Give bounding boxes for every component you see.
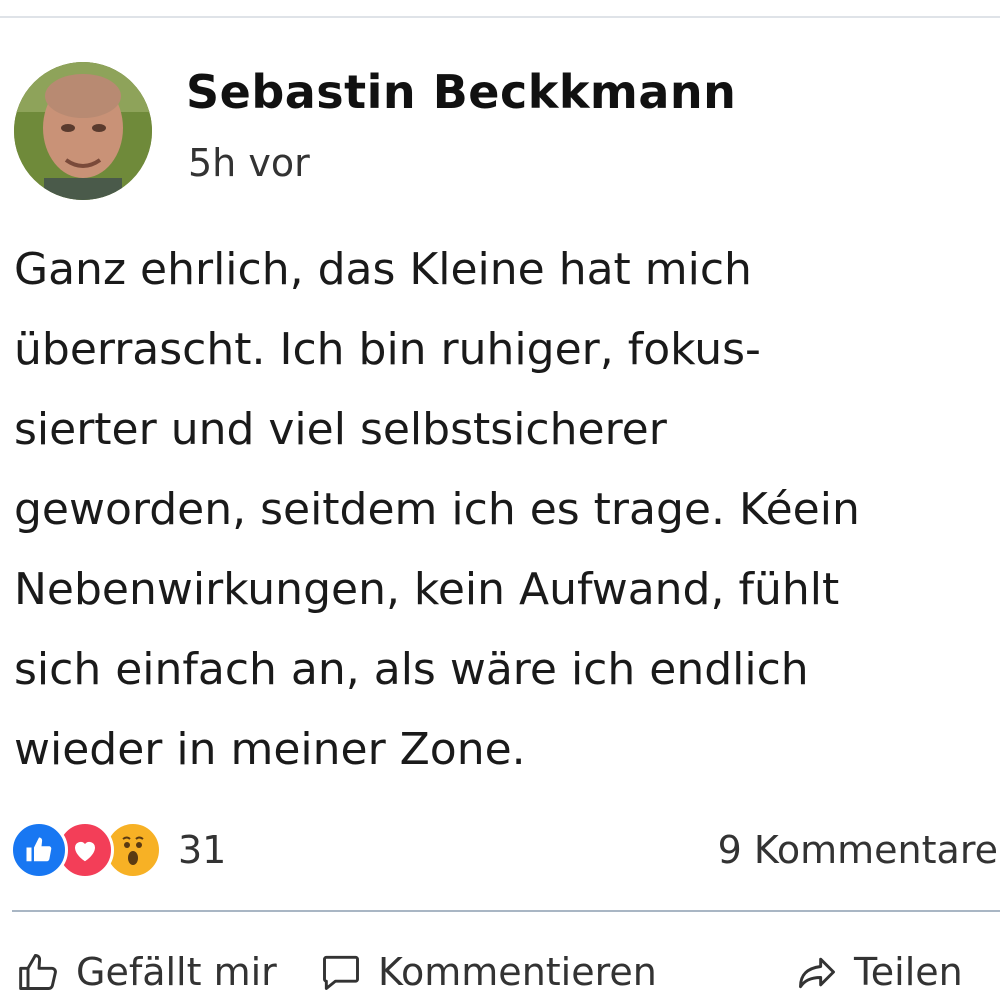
action-bar: Gefällt mir Kommentieren Teilen	[0, 944, 1000, 1000]
post-text-line: sierter und viel selbstsicherer	[14, 404, 667, 455]
actions-divider	[12, 910, 1000, 912]
author-name[interactable]: Sebastin Beckkmann	[186, 64, 736, 120]
share-button-label: Teilen	[854, 950, 963, 994]
like-button-label: Gefällt mir	[76, 950, 277, 994]
top-divider	[0, 16, 1000, 18]
avatar[interactable]	[14, 62, 152, 200]
avatar-photo	[14, 62, 152, 200]
post-text-line: Ganz ehrlich, das Kleine hat mich	[14, 244, 752, 295]
post-card: Sebastin Beckkmann 5h vor Ganz ehrlich, …	[0, 0, 1000, 1000]
post-text: Ganz ehrlich, das Kleine hat mich überra…	[14, 230, 1000, 790]
post-text-line: wieder in meiner Zone.	[14, 724, 526, 775]
share-button[interactable]: Teilen	[792, 944, 963, 1000]
like-icon	[10, 821, 68, 879]
reactions-count: 31	[178, 828, 227, 872]
post-text-line: überrascht. Ich bin ruhiger, fokus-	[14, 324, 761, 375]
thumbs-up-icon	[14, 947, 64, 997]
comment-icon	[316, 947, 366, 997]
post-text-line: Nebenwirkungen, kein Aufwand, fühlt	[14, 564, 840, 615]
comment-button[interactable]: Kommentieren	[316, 944, 657, 1000]
reactions-summary[interactable]: 31	[10, 820, 226, 880]
post-text-line: sich einfach an, als wäre ich endlich	[14, 644, 809, 695]
comment-button-label: Kommentieren	[378, 950, 657, 994]
share-icon	[792, 947, 842, 997]
comments-count[interactable]: 9 Kommentare	[718, 826, 998, 874]
post-text-line: geworden, seitdem ich es trage. Kéein	[14, 484, 860, 535]
like-button[interactable]: Gefällt mir	[14, 944, 296, 1000]
post-timestamp[interactable]: 5h vor	[188, 140, 310, 186]
